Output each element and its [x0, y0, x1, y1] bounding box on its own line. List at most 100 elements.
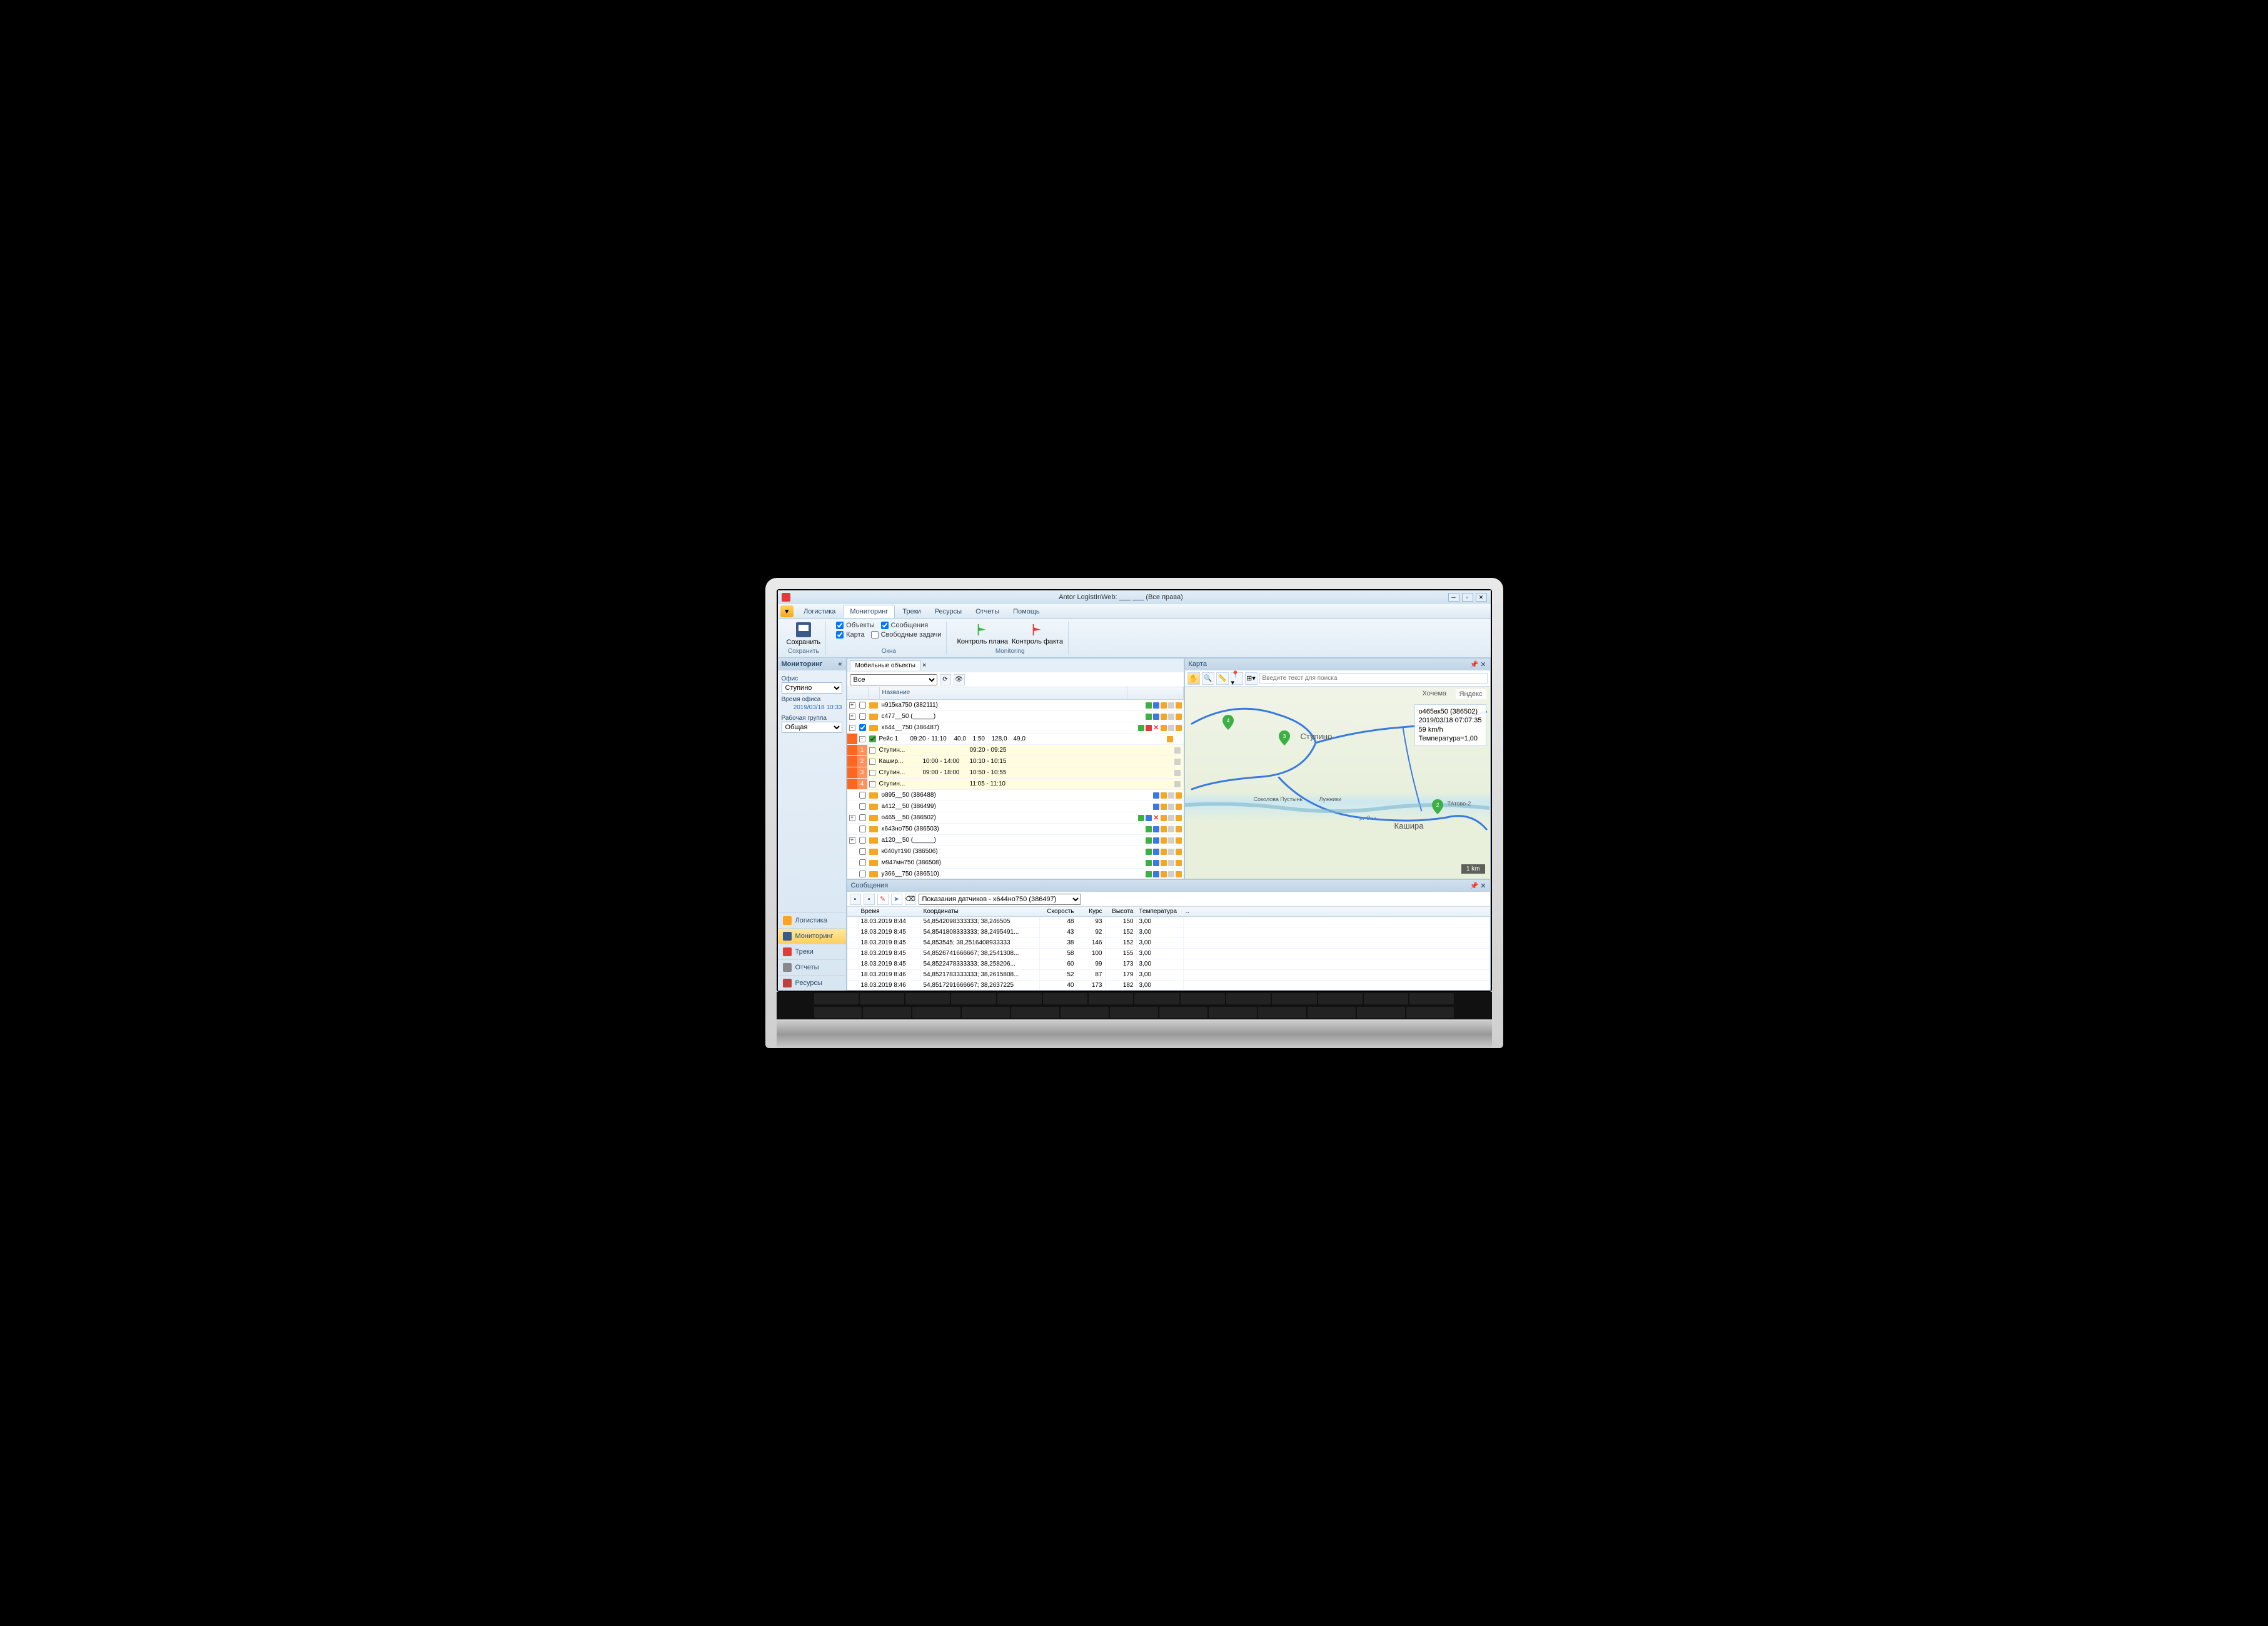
map-zoom-button[interactable]: 🔍 — [1202, 672, 1214, 685]
trip-checkbox[interactable] — [869, 735, 876, 742]
chk-map[interactable]: Карта — [836, 631, 864, 639]
table-row[interactable]: + о465__50 (386502) ✕ — [847, 812, 1184, 824]
table-row[interactable]: к040ут190 (386506) — [847, 846, 1184, 857]
refresh-button[interactable]: ⟳ — [940, 674, 951, 685]
map-pin-icon[interactable]: 📌 ✕ — [1470, 660, 1486, 669]
message-row[interactable]: 18.03.2019 8:45 54,8526741666667; 38,254… — [847, 949, 1490, 959]
table-row[interactable]: + с477__50 (______) — [847, 711, 1184, 722]
sidebar-header[interactable]: Мониторинг« — [778, 658, 846, 670]
stop-row[interactable]: 1 Ступин... 09:20 - 09:25 — [847, 745, 1184, 756]
map-search-input[interactable] — [1259, 673, 1488, 684]
col-name[interactable]: Название — [880, 687, 1127, 699]
row-checkbox[interactable] — [859, 826, 866, 832]
nav-reports[interactable]: Отчеты — [778, 959, 846, 975]
nav-logistics[interactable]: Логистика — [778, 912, 846, 928]
col-height[interactable]: Высота — [1106, 907, 1137, 916]
map-pin-button[interactable]: 📍▾ — [1231, 672, 1243, 685]
message-row[interactable]: 18.03.2019 8:46 54,8521783333333; 38,261… — [847, 970, 1490, 981]
tab-help[interactable]: Помощь — [1007, 605, 1046, 618]
objects-grid-body[interactable]: + н915ка750 (382111) + с477__50 (______) — [847, 700, 1184, 879]
tab-logistics[interactable]: Логистика — [797, 605, 842, 618]
messages-pin-icon[interactable]: 📌 ✕ — [1470, 882, 1486, 890]
stop-row[interactable]: 4 Ступин... 11:05 - 11:10 — [847, 779, 1184, 790]
row-checkbox[interactable] — [859, 702, 866, 709]
message-row[interactable]: 18.03.2019 8:45 54,8522478333333; 38,258… — [847, 959, 1490, 970]
close-tab-icon[interactable]: × — [922, 662, 926, 669]
table-row[interactable]: а412__50 (386499) — [847, 801, 1184, 812]
message-row[interactable]: 18.03.2019 8:46 54,8517291666667; 38,263… — [847, 981, 1490, 990]
msg-btn-1[interactable]: ▫ — [850, 894, 861, 905]
row-checkbox[interactable] — [859, 803, 866, 810]
file-button[interactable]: ▾ — [780, 605, 794, 617]
msg-btn-arrow[interactable]: ➤ — [891, 894, 902, 905]
row-checkbox[interactable] — [859, 724, 866, 731]
tab-reports[interactable]: Отчеты — [969, 605, 1005, 618]
table-row[interactable]: + а120__50 (______) — [847, 835, 1184, 846]
msg-btn-edit[interactable]: ✎ — [877, 894, 889, 905]
office-select[interactable]: Ступино — [782, 682, 842, 694]
col-course[interactable]: Курс — [1077, 907, 1106, 916]
table-row[interactable]: м947мн750 (386508) — [847, 857, 1184, 869]
expand-icon[interactable]: + — [849, 837, 855, 844]
tab-tracks[interactable]: Треки — [896, 605, 927, 618]
trip-row[interactable]: - Рейс 1 09:20 - 11:10 40,0 1:50 128,0 4… — [847, 734, 1184, 745]
chk-objects[interactable]: Объекты — [836, 622, 874, 629]
row-checkbox[interactable] — [859, 792, 866, 799]
save-button[interactable]: Сохранить — [787, 622, 821, 646]
messages-grid[interactable]: Время Координаты Скорость Курс Высота Те… — [847, 907, 1490, 990]
objects-tab[interactable]: Мобильные объекты — [850, 660, 921, 670]
map-measure-button[interactable]: 📏 — [1216, 672, 1229, 685]
expand-icon[interactable]: + — [849, 714, 855, 720]
nav-resources[interactable]: Ресурсы — [778, 975, 846, 991]
map-marker-4[interactable]: 4 — [1222, 715, 1234, 730]
message-row[interactable]: 18.03.2019 8:44 54,8542098333333; 38,246… — [847, 917, 1490, 927]
table-row[interactable]: - х644__750 (386487) ✕ — [847, 722, 1184, 734]
table-row[interactable]: о895__50 (386488) — [847, 790, 1184, 801]
tab-resources[interactable]: Ресурсы — [929, 605, 968, 618]
objects-filter-select[interactable]: Все — [850, 674, 937, 685]
nav-tracks[interactable]: Треки — [778, 944, 846, 959]
msg-btn-2[interactable]: ▫ — [864, 894, 875, 905]
row-checkbox[interactable] — [859, 871, 866, 877]
control-plan-button[interactable]: Контроль плана — [957, 623, 1008, 645]
messages-filter-select[interactable]: Показания датчиков - х644но750 (386497) — [919, 894, 1081, 905]
chk-messages[interactable]: Сообщения — [881, 622, 929, 629]
map-layers-button[interactable]: ⊞▾ — [1245, 672, 1257, 685]
close-button[interactable]: ✕ — [1476, 593, 1487, 602]
col-speed[interactable]: Скорость — [1040, 907, 1077, 916]
col-coords[interactable]: Координаты — [921, 907, 1040, 916]
expand-icon[interactable]: + — [849, 815, 855, 821]
eye-button[interactable]: 👁 — [954, 674, 965, 685]
row-checkbox[interactable] — [859, 848, 866, 855]
row-checkbox[interactable] — [859, 837, 866, 844]
maximize-button[interactable]: ▫ — [1462, 593, 1473, 602]
row-checkbox[interactable] — [859, 713, 866, 720]
col-temp[interactable]: Температура — [1137, 907, 1184, 916]
stop-row[interactable]: 2 Кашир... 10:00 - 14:00 10:10 - 10:15 — [847, 756, 1184, 767]
ribbon-group-label: Окна — [882, 647, 896, 655]
message-row[interactable]: 18.03.2019 8:45 54,853545; 38,2516408933… — [847, 938, 1490, 949]
stop-row[interactable]: 3 Ступин... 09:00 - 18:00 10:50 - 10:55 — [847, 767, 1184, 779]
map-canvas[interactable]: 4 3 2 Ступино Кашира Хочема Соколова Пус… — [1185, 687, 1490, 879]
messages-panel: Сообщения 📌 ✕ ▫ ▫ ✎ ➤ ⌫ Показания датчик… — [847, 879, 1491, 991]
table-row[interactable]: у366__750 (386510) — [847, 869, 1184, 879]
minimize-button[interactable]: ─ — [1448, 593, 1459, 602]
expand-icon[interactable]: - — [859, 736, 865, 742]
row-checkbox[interactable] — [859, 859, 866, 866]
map-marker-3[interactable]: 3 — [1279, 730, 1290, 745]
workgroup-select[interactable]: Общая — [782, 722, 842, 733]
expand-icon[interactable]: - — [849, 725, 855, 731]
msg-btn-clear[interactable]: ⌫ — [905, 894, 916, 905]
expand-icon[interactable]: + — [849, 702, 855, 709]
map-marker-2[interactable]: 2 — [1432, 799, 1443, 814]
table-row[interactable]: + н915ка750 (382111) — [847, 700, 1184, 711]
row-checkbox[interactable] — [859, 814, 866, 821]
col-time[interactable]: Время — [859, 907, 921, 916]
tab-monitoring[interactable]: Мониторинг — [843, 605, 895, 618]
nav-monitoring[interactable]: Мониторинг — [778, 928, 846, 944]
message-row[interactable]: 18.03.2019 8:45 54,8541808333333; 38,249… — [847, 927, 1490, 938]
map-hand-button[interactable]: ✋ — [1187, 672, 1200, 685]
control-fact-button[interactable]: Контроль факта — [1012, 623, 1063, 645]
table-row[interactable]: х643но750 (386503) — [847, 824, 1184, 835]
chk-free-tasks[interactable]: Свободные задачи — [871, 631, 942, 639]
